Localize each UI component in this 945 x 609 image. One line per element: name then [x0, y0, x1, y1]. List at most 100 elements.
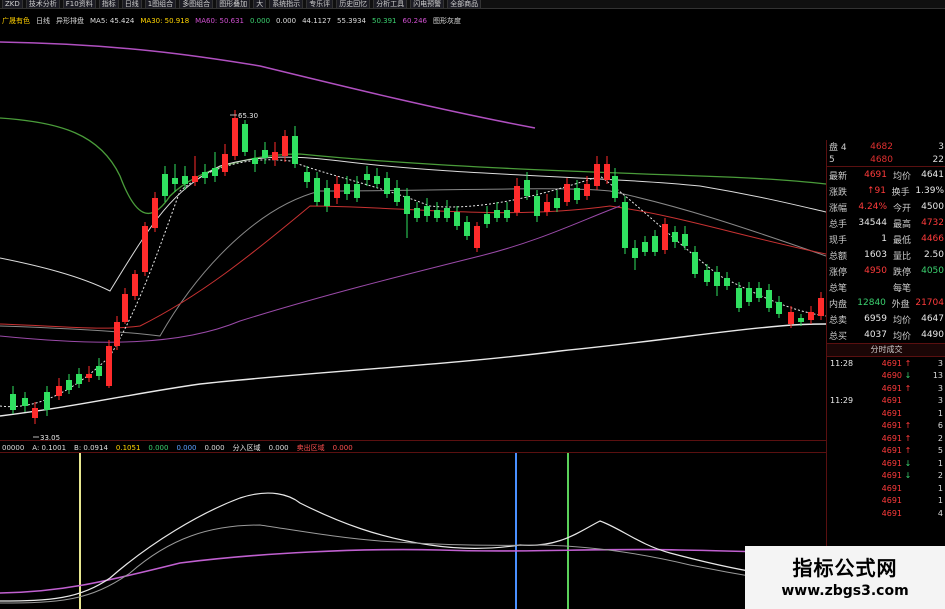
- candle-body: [544, 202, 550, 212]
- candle-body: [106, 346, 112, 386]
- period-label[interactable]: 日线: [36, 16, 50, 26]
- toolbar-item[interactable]: 闪电预警: [410, 0, 445, 9]
- site-watermark: 指标公式网 www.zbgs3.com: [745, 546, 945, 609]
- toolbar-item[interactable]: 分析工具: [373, 0, 408, 9]
- tick-volume: 3: [937, 358, 943, 368]
- quote-value: ↑91: [866, 186, 886, 196]
- candle-body: [232, 118, 238, 156]
- candle-body: [424, 206, 430, 216]
- indicator-white-line: [0, 492, 826, 602]
- candle-body: [652, 236, 658, 252]
- toolbar-item[interactable]: 指标: [98, 0, 119, 9]
- ma-dashed-line: [0, 159, 826, 408]
- toolbar-item[interactable]: 技术分析: [25, 0, 60, 9]
- ma120-value: 0.000: [249, 17, 271, 25]
- tick-price: 4691: [881, 408, 902, 418]
- ma5-value: MA5: 45.424: [90, 17, 135, 25]
- candle-body: [798, 318, 804, 322]
- toolbar-item[interactable]: 日线: [121, 0, 142, 9]
- quote-value: 4950: [864, 266, 887, 276]
- indicator-d: 0.000: [148, 443, 169, 452]
- candle-body: [622, 202, 628, 248]
- indicator-h: 0.000: [332, 443, 353, 452]
- candle-body: [32, 408, 38, 418]
- tick-direction-icon: ↑: [904, 358, 912, 368]
- extra4-value: 60.246: [402, 17, 427, 25]
- quote-row: 最新 4691 均价 4641: [827, 167, 945, 183]
- orderbook: 盘 4 4682 3 5 4680 22: [827, 140, 945, 166]
- quote-label: 均价: [892, 315, 911, 326]
- candle-body: [776, 302, 782, 314]
- quote-value: 12840: [857, 298, 886, 308]
- candle-body: [818, 298, 824, 316]
- quote-value: 1.39%: [915, 186, 944, 196]
- orderbook-volume: 22: [932, 154, 944, 165]
- toolbar-item[interactable]: 历史回忆: [336, 0, 371, 9]
- candle-body: [314, 178, 320, 202]
- candle-body: [114, 322, 120, 346]
- candlestick-chart[interactable]: 65.30 33.05: [0, 26, 826, 442]
- candle-body: [642, 242, 648, 252]
- candle-body: [182, 176, 188, 184]
- top-toolbar: ZKD 技术分析 F10资料 指标 日线 1图组合 多图组合 图形叠加大系统指示 专乐评 历史回忆…: [0, 0, 945, 9]
- toolbar-item[interactable]: 多图组合: [179, 0, 214, 9]
- candle-body: [682, 234, 688, 246]
- candle-body: [394, 188, 400, 202]
- indicator-chart[interactable]: [0, 453, 826, 609]
- quote-label: 最低: [892, 235, 911, 246]
- tick-direction-icon: ↓: [904, 371, 912, 381]
- quote-value: 4037: [864, 330, 887, 340]
- extra3-value: 50.391: [371, 17, 397, 25]
- ma-purple-low-line: [0, 205, 621, 343]
- toolbar-item[interactable]: F10资料: [62, 0, 96, 9]
- candle-body: [584, 184, 590, 196]
- toolbar-item[interactable]: ZKD: [2, 0, 23, 9]
- candle-body: [262, 150, 268, 158]
- candle-body: [192, 176, 198, 182]
- quote-label: 最高: [892, 219, 911, 230]
- candle-body: [808, 312, 814, 320]
- quote-label: 总买: [829, 331, 848, 342]
- quote-label: 涨幅: [829, 203, 848, 214]
- toolbar-item[interactable]: 专乐评: [306, 0, 334, 9]
- candle-body: [474, 226, 480, 248]
- quote-label: 外盘: [891, 299, 910, 310]
- quote-label: 跌停: [892, 267, 911, 278]
- candle-body: [222, 154, 228, 172]
- quote-label: 内盘: [829, 299, 848, 310]
- candle-body: [122, 294, 128, 322]
- candle-body: [202, 172, 208, 178]
- toolbar-item[interactable]: 系统指示: [269, 0, 304, 9]
- candle-body: [212, 168, 218, 176]
- orderbook-level: 5: [829, 154, 835, 165]
- quote-value: 4050: [921, 266, 944, 276]
- tick-row: 4691 ↓ 1: [827, 457, 945, 470]
- candle-body: [746, 288, 752, 302]
- label-sell-zone: 卖出区域: [296, 443, 325, 452]
- quote-label: 涨跌: [829, 187, 848, 198]
- tick-row: 4690 ↓ 13: [827, 370, 945, 383]
- ticks-header[interactable]: 分时成交: [827, 343, 945, 357]
- candle-body: [66, 380, 72, 390]
- tick-direction-icon: ↑: [904, 446, 912, 456]
- quote-value: 1603: [864, 250, 887, 260]
- quote-row: 总额 1603 量比 2.50: [827, 247, 945, 263]
- quote-value: 1: [881, 234, 887, 244]
- tick-row: 4691 ↓ 2: [827, 470, 945, 483]
- watermark-title: 指标公式网: [792, 556, 898, 580]
- tick-price: 4691: [881, 396, 902, 406]
- toolbar-item[interactable]: 图形叠加: [216, 0, 251, 9]
- candle-body: [464, 222, 470, 236]
- candle-body: [96, 366, 102, 376]
- candle-body: [344, 184, 350, 194]
- quote-row: 总笔 每笔: [827, 279, 945, 295]
- toolbar-item[interactable]: 1图组合: [144, 0, 177, 9]
- tick-row: 11:28 4691 ↑ 3: [827, 357, 945, 370]
- toolbar-item[interactable]: 大: [253, 0, 267, 9]
- quote-row: 涨跌 ↑91 换手 1.39%: [827, 183, 945, 199]
- tick-price: 4691: [881, 383, 902, 393]
- quote-value: 34544: [858, 218, 887, 228]
- candle-body: [292, 136, 298, 164]
- extra2-value: 55.3934: [337, 17, 366, 25]
- toolbar-item[interactable]: 全部商品: [447, 0, 482, 9]
